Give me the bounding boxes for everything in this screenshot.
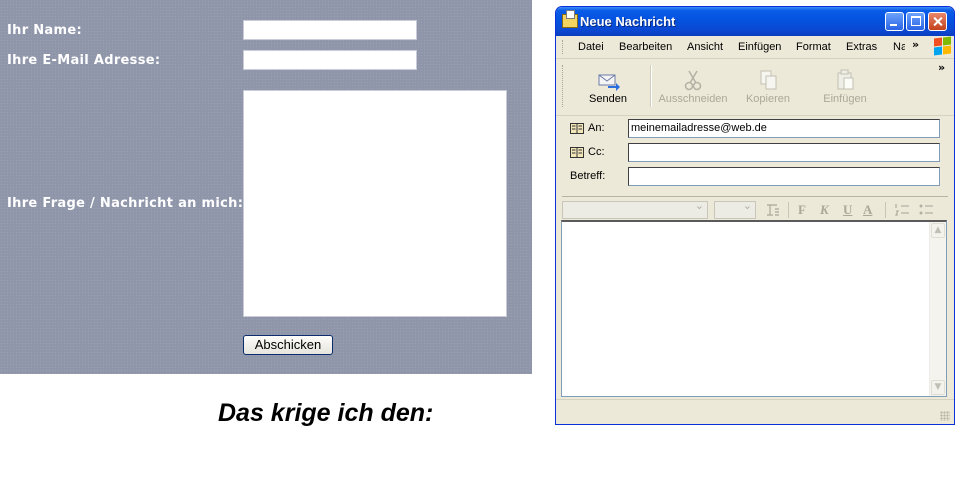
numbered-list-icon[interactable] [894,203,910,217]
cc-row: Cc: [568,143,948,163]
close-button[interactable] [928,12,947,31]
toolbar: Senden Ausschneiden Kopieren Einfügen » [556,59,954,116]
message-headers: An: meinemailadresse@web.de Cc: Betreff: [556,116,954,196]
name-label: Ihr Name: [7,23,82,38]
menu-datei[interactable]: Datei [578,41,604,53]
new-mail-icon [562,10,578,28]
maximize-button[interactable] [906,12,925,31]
format-separator [788,202,789,218]
subject-row: Betreff: [568,167,948,187]
to-field[interactable]: meinemailadresse@web.de [628,119,940,138]
bold-button[interactable]: F [798,202,806,218]
status-bar [556,399,954,424]
paste-label: Einfügen [823,93,867,105]
menu-ansicht[interactable]: Ansicht [687,41,723,53]
paste-button[interactable]: Einfügen [805,63,885,111]
copy-button[interactable]: Kopieren [728,63,808,111]
menu-bar: Datei Bearbeiten Ansicht Einfügen Format… [556,36,954,59]
send-label: Senden [589,93,627,105]
cc-field[interactable] [628,143,940,162]
copy-label: Kopieren [745,93,791,105]
paragraph-style-icon[interactable] [765,203,781,217]
menu-nachricht[interactable]: Na [893,41,905,53]
menu-einfuegen[interactable]: Einfügen [738,41,781,53]
window-title: Neue Nachricht [580,14,676,29]
message-body[interactable]: ▲ ▼ [561,220,947,397]
font-color-button[interactable]: A [863,202,872,218]
format-toolbar: F K U A [562,196,948,222]
cc-label: Cc: [588,146,605,158]
toolbar-more-chevron-icon[interactable]: » [938,61,945,74]
menu-grip[interactable] [562,40,565,54]
windows-logo-icon [933,36,951,56]
subject-label: Betreff: [570,170,606,182]
message-textarea[interactable] [243,90,507,317]
italic-button[interactable]: K [820,202,829,218]
cut-button[interactable]: Ausschneiden [653,63,733,111]
cut-label: Ausschneiden [658,93,728,105]
message-label: Ihre Frage / Nachricht an mich: [7,196,244,211]
submit-button[interactable]: Abschicken [243,335,333,355]
minimize-button[interactable] [885,12,904,31]
toolbar-separator [650,65,652,107]
font-size-select[interactable] [714,199,756,219]
caption-text: Das krige ich den: [218,399,434,427]
menu-bearbeiten[interactable]: Bearbeiten [619,41,672,53]
email-input[interactable] [243,50,417,70]
format-separator [885,202,886,218]
resize-grip-icon[interactable] [940,411,950,421]
address-book-icon[interactable] [570,147,584,158]
address-book-icon[interactable] [570,123,584,134]
to-label: An: [588,122,605,134]
toolbar-grip[interactable] [562,65,565,107]
new-message-window: Neue Nachricht Datei Bearbeiten Ansicht … [555,6,955,425]
scissors-icon [684,70,702,91]
paste-icon [837,69,854,90]
email-label: Ihre E-Mail Adresse: [7,53,161,68]
subject-field[interactable] [628,167,940,186]
bullet-list-icon[interactable] [918,203,934,217]
contact-form-panel: Ihr Name: Ihre E-Mail Adresse: Ihre Frag… [0,0,532,374]
menu-more-chevron-icon[interactable]: » [912,38,919,51]
copy-icon [760,70,777,90]
send-icon [598,74,620,91]
scroll-up-icon[interactable]: ▲ [931,223,945,238]
name-input[interactable] [243,20,417,40]
menu-format[interactable]: Format [796,41,831,53]
title-bar[interactable]: Neue Nachricht [556,7,954,36]
to-row: An: meinemailadresse@web.de [568,119,948,139]
underline-button[interactable]: U [843,202,852,218]
scroll-down-icon[interactable]: ▼ [931,380,945,395]
menu-extras[interactable]: Extras [846,41,877,53]
send-button[interactable]: Senden [568,63,648,111]
vertical-scrollbar[interactable]: ▲ ▼ [929,222,946,396]
font-family-select[interactable] [562,199,708,219]
